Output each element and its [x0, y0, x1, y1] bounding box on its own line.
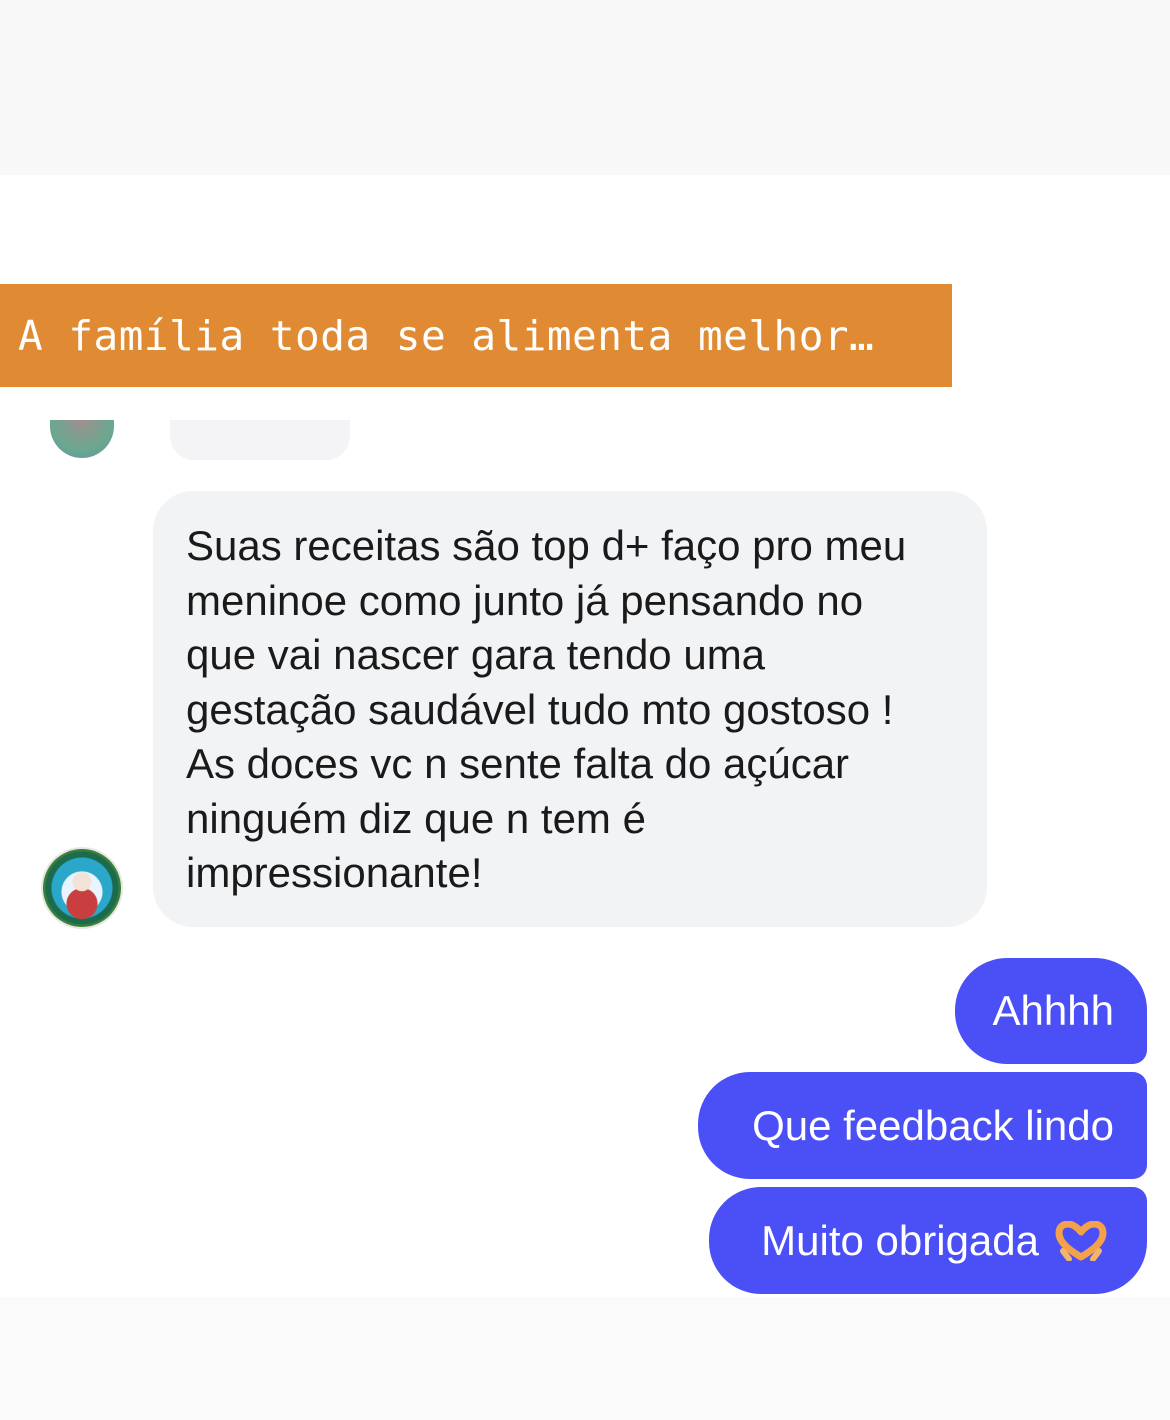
sender-avatar[interactable]: [43, 849, 121, 927]
outgoing-message-text: Ahhhh: [992, 987, 1114, 1034]
outgoing-message-text: Que feedback lindo: [752, 1101, 1114, 1149]
outgoing-message-bubble[interactable]: Que feedback lindo: [698, 1072, 1147, 1179]
incoming-message-text: Suas receitas são top d+ faço pro meu me…: [186, 522, 907, 896]
heart-hands-icon: [1055, 1220, 1107, 1261]
story-caption-text: A família toda se alimenta melhor…: [18, 311, 875, 360]
outgoing-message-text: Muito obrigada: [761, 1216, 1039, 1264]
outgoing-message-bubble[interactable]: Muito obrigada: [709, 1187, 1147, 1294]
outgoing-message-bubble[interactable]: Ahhhh: [955, 958, 1147, 1064]
top-background: [0, 0, 1170, 175]
incoming-message-bubble[interactable]: Suas receitas são top d+ faço pro meu me…: [153, 491, 987, 927]
previous-message-bubble[interactable]: [170, 420, 350, 460]
story-caption-banner: A família toda se alimenta melhor…: [0, 284, 952, 387]
bottom-background: [0, 1297, 1170, 1420]
